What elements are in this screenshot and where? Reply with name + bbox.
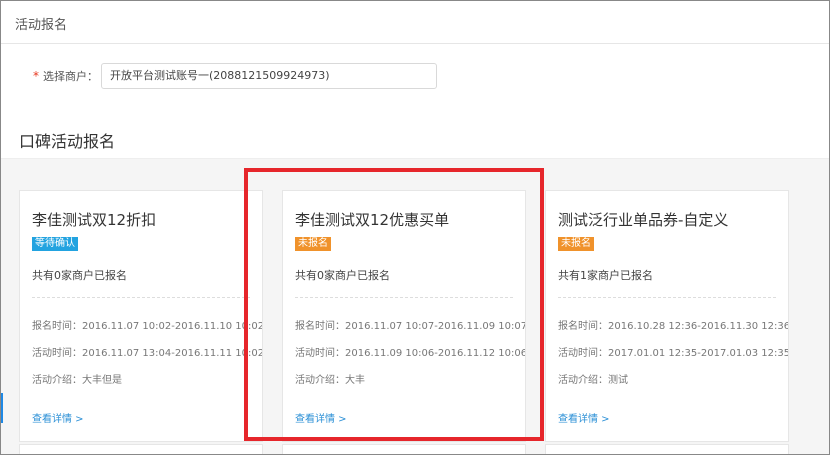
activity-card-partial	[19, 444, 263, 454]
activity-card[interactable]: 测试泛行业单品券-自定义 未报名 共有1家商户已报名 报名时间：2016.10.…	[545, 190, 789, 442]
merchant-select[interactable]: 开放平台测试账号一(2088121509924973)	[101, 63, 437, 89]
status-badge: 未报名	[295, 237, 331, 251]
activity-cards: 李佳测试双12折扣 等待确认 共有0家商户已报名 报名时间：2016.11.07…	[1, 158, 829, 454]
view-details-link[interactable]: 查看详情 >	[558, 410, 610, 425]
section-title: 口碑活动报名	[19, 132, 116, 151]
activity-intro: 活动介绍：测试	[558, 375, 628, 386]
scroll-indicator	[1, 393, 3, 423]
activity-intro: 活动介绍：大丰但是	[32, 375, 122, 386]
activity-title: 李佳测试双12折扣	[32, 211, 157, 229]
required-mark: *	[33, 69, 39, 83]
signup-time: 报名时间：2016.11.07 10:07-2016.11.09 10:07	[295, 321, 526, 332]
page-title: 活动报名	[15, 18, 68, 33]
activity-time: 活动时间：2016.11.07 13:04-2016.11.11 10:02	[32, 348, 263, 359]
activity-time: 活动时间：2017.01.01 12:35-2017.01.03 12:35	[558, 348, 789, 359]
status-badge: 未报名	[558, 237, 594, 251]
view-details-link[interactable]: 查看详情 >	[32, 410, 84, 425]
activity-intro: 活动介绍：大丰	[295, 375, 365, 386]
signup-time: 报名时间：2016.11.07 10:02-2016.11.10 10:02	[32, 321, 263, 332]
activity-card[interactable]: 李佳测试双12折扣 等待确认 共有0家商户已报名 报名时间：2016.11.07…	[19, 190, 263, 442]
signup-time: 报名时间：2016.10.28 12:36-2016.11.30 12:36	[558, 321, 789, 332]
activity-time: 活动时间：2016.11.09 10:06-2016.11.12 10:06	[295, 348, 526, 359]
main-content: * 选择商户： 开放平台测试账号一(2088121509924973) 口碑活动…	[1, 44, 829, 454]
divider	[32, 297, 250, 298]
activity-card-partial	[545, 444, 789, 454]
app-window: 活动报名 * 选择商户： 开放平台测试账号一(2088121509924973)…	[0, 0, 830, 455]
view-details-link[interactable]: 查看详情 >	[295, 410, 347, 425]
top-bar: 活动报名	[1, 1, 829, 44]
signup-count: 共有0家商户已报名	[32, 269, 127, 282]
activity-title: 李佳测试双12优惠买单	[295, 211, 450, 229]
status-badge: 等待确认	[32, 237, 78, 251]
merchant-select-row: * 选择商户： 开放平台测试账号一(2088121509924973)	[33, 62, 437, 90]
divider	[558, 297, 776, 298]
signup-count: 共有1家商户已报名	[558, 269, 653, 282]
activity-card[interactable]: 李佳测试双12优惠买单 未报名 共有0家商户已报名 报名时间：2016.11.0…	[282, 190, 526, 442]
signup-count: 共有0家商户已报名	[295, 269, 390, 282]
merchant-label: 选择商户：	[43, 70, 98, 83]
activity-title: 测试泛行业单品券-自定义	[558, 211, 729, 229]
activity-card-partial	[282, 444, 526, 454]
divider	[295, 297, 513, 298]
